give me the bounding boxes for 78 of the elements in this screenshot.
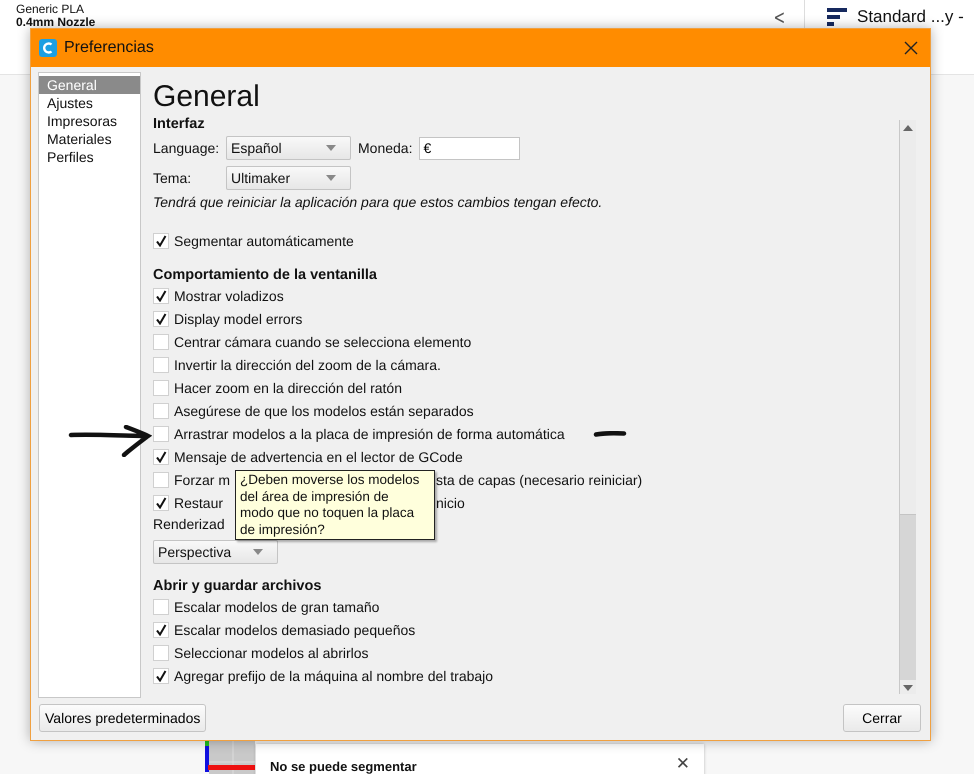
sidebar-item[interactable]: Ajustes (39, 94, 140, 112)
back-button[interactable]: < (770, 5, 788, 29)
close-button[interactable]: ✕ (676, 754, 690, 774)
section-heading: Interfaz (153, 116, 206, 133)
checkbox[interactable] (153, 494, 169, 510)
caret-icon (326, 145, 336, 151)
page-title: General (153, 80, 261, 114)
down-arrow-icon (903, 685, 913, 691)
dash-mark (593, 431, 627, 437)
field-label: Moneda: (358, 140, 412, 156)
checkbox[interactable] (153, 288, 169, 304)
currency-field[interactable]: € (419, 136, 520, 160)
dropdown[interactable]: Español (226, 136, 351, 160)
checkbox-label: Asegúrese de que los modelos están separados (174, 402, 474, 418)
checkbox[interactable] (153, 356, 169, 372)
field-label: Renderizad (153, 516, 225, 532)
caret-icon (326, 175, 336, 181)
section-heading: Comportamiento de la ventanilla (153, 267, 378, 284)
checkbox-label: Escalar modelos de gran tamaño (174, 598, 380, 614)
check-icon (155, 234, 167, 246)
window-title: Preferencias (64, 39, 155, 57)
checkbox[interactable] (153, 426, 169, 442)
app-logo-icon (39, 39, 57, 57)
notification-title: No se puede segmentar (270, 759, 417, 774)
checkbox[interactable] (153, 644, 169, 660)
checkbox-label: Restaur (174, 494, 224, 510)
check-icon (155, 496, 167, 508)
checkbox-label: Escalar modelos demasiado pequeños (174, 622, 416, 638)
checkbox[interactable] (153, 448, 169, 464)
checkbox-label: Agregar prefijo de la máquina al nombre del trabajo (174, 668, 494, 684)
checkbox[interactable] (153, 598, 169, 614)
sidebar-item[interactable]: Impresoras (39, 112, 140, 130)
scrollbar[interactable] (899, 120, 916, 694)
check-icon (155, 450, 167, 462)
checkbox[interactable] (153, 232, 169, 248)
dialog-button[interactable]: Cerrar (843, 704, 921, 732)
checkbox-label: Mensaje de advertencia en el lector de GCode (174, 448, 463, 464)
nozzle-name: 0.4mm Nozzle (16, 16, 96, 29)
sliders-icon (827, 7, 847, 27)
dialog-button[interactable]: Valores predeterminados (39, 704, 206, 732)
checkbox-label: nicio (436, 494, 465, 510)
checkbox[interactable] (153, 668, 169, 684)
scrollbar-thumb[interactable] (900, 514, 916, 680)
checkbox[interactable] (153, 334, 169, 350)
dropdown[interactable]: Ultimaker (226, 166, 351, 190)
checkbox-label: Arrastrar modelos a la placa de impresión de forma automática (174, 426, 565, 442)
field-label: Tema: (153, 170, 192, 186)
checkbox-label: Seleccionar modelos al abrirlos (174, 644, 369, 660)
checkbox-label: Segmentar automáticamente (174, 232, 354, 248)
field-label: Language: (153, 140, 219, 156)
checkbox-label: Display model errors (174, 310, 302, 326)
checkbox[interactable] (153, 380, 169, 396)
check-icon (155, 312, 167, 324)
check-icon (155, 624, 167, 636)
caret-icon (253, 549, 263, 555)
sidebar-item[interactable]: Materiales (39, 130, 140, 148)
dropdown[interactable]: Perspectiva (153, 540, 278, 564)
checkbox[interactable] (153, 402, 169, 418)
hint-text: Tendrá que reiniciar la aplicación para que estos cambios tengan efecto. (153, 193, 604, 212)
checkbox[interactable] (153, 472, 169, 488)
up-arrow-icon (903, 125, 913, 131)
checkbox-label: Hacer zoom en la dirección del ratón (174, 380, 402, 396)
close-icon[interactable] (904, 41, 918, 55)
check-icon (155, 670, 167, 682)
checkbox-label: sta de capas (necesario reiniciar) (436, 472, 642, 488)
tooltip: ¿Deben moverse los modelos del área de impresión de modo que no toquen la placa de impresión? (235, 470, 435, 540)
checkbox-label: Mostrar voladizos (174, 288, 284, 304)
checkbox[interactable] (153, 622, 169, 638)
check-icon (155, 290, 167, 302)
checkbox-label: Forzar m (174, 472, 230, 488)
sidebar-item[interactable]: Perfiles (39, 148, 140, 166)
axes-thumbnail-drawing (205, 740, 255, 774)
section-heading: Abrir y guardar archivos (153, 578, 322, 595)
checkbox[interactable] (153, 310, 169, 326)
material-name: Generic PLA (16, 3, 86, 16)
checkbox-label: Invertir la dirección del zoom de la cámara. (174, 356, 441, 372)
profile-name[interactable]: Standard ...y - (857, 7, 964, 27)
checkbox-label: Centrar cámara cuando se selecciona elemento (174, 334, 472, 350)
